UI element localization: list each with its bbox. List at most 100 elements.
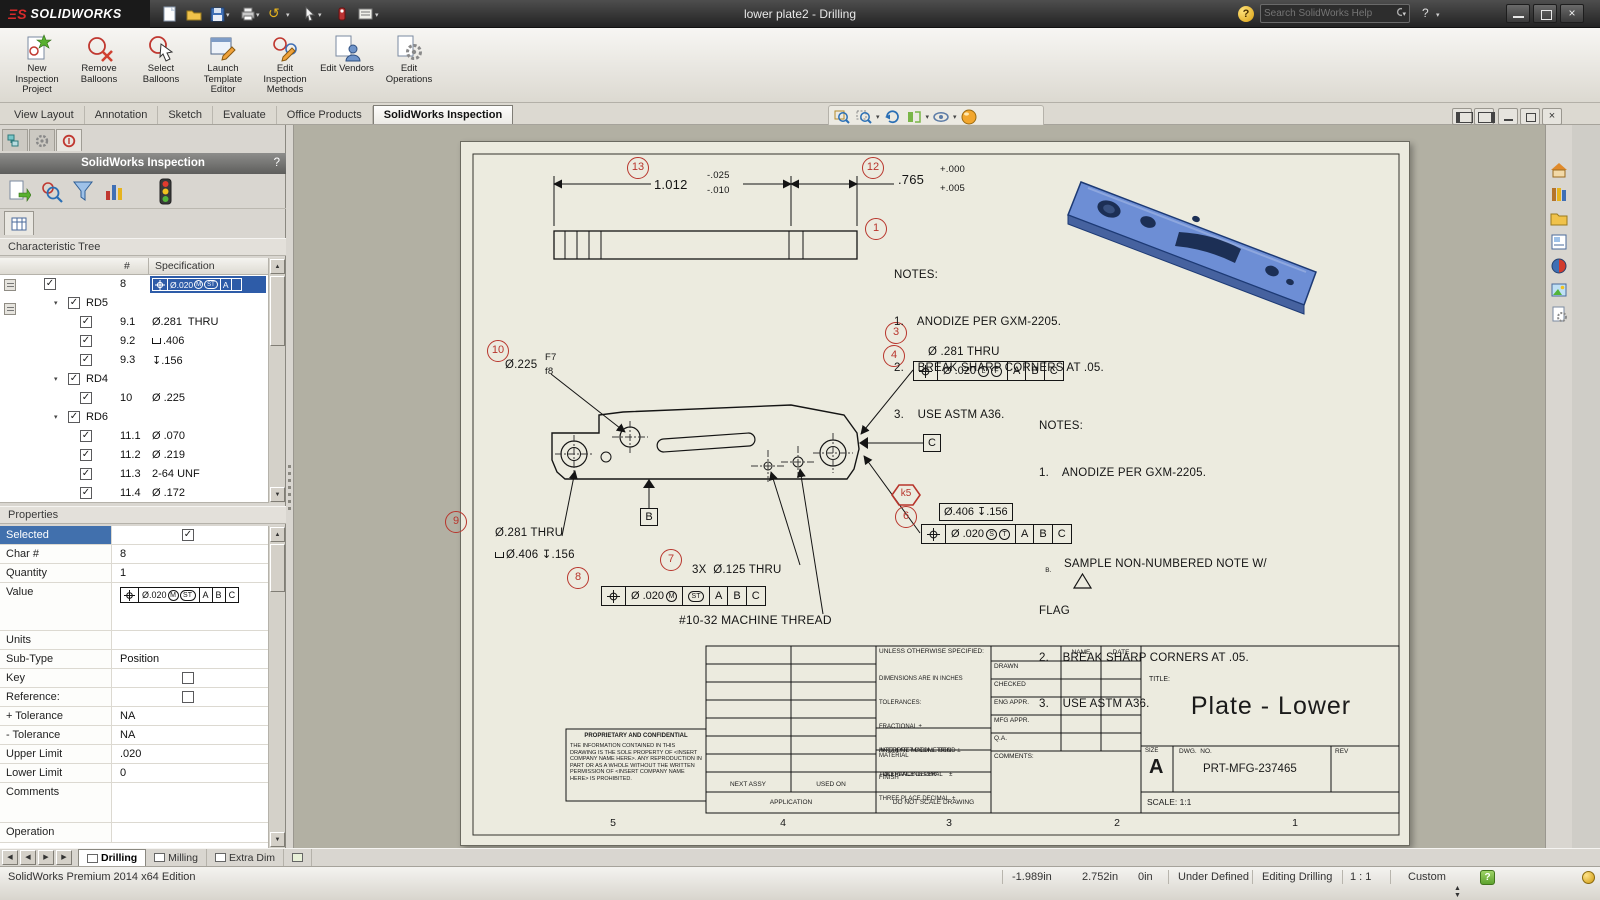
prop-row-selected[interactable]: Selected ✓ <box>0 526 268 545</box>
sheet-tab-milling[interactable]: Milling <box>146 849 207 866</box>
edit-vendors-button[interactable]: Edit Vendors <box>316 31 378 100</box>
pane-left-icon[interactable] <box>1452 108 1472 125</box>
hide-show-items-icon[interactable] <box>931 107 951 127</box>
scroll-thumb[interactable] <box>270 276 285 346</box>
undo-menu-caret-icon[interactable]: ▾ <box>286 11 290 19</box>
tree-row-11-3[interactable]: ✓ 11.3 2-64 UNF <box>0 465 268 484</box>
prop-row-char[interactable]: Char # 8 <box>0 545 268 564</box>
callout-281[interactable]: Ø .281 THRU <box>928 346 1000 358</box>
print-menu-caret-icon[interactable]: ▾ <box>256 11 260 19</box>
callout-281b[interactable]: Ø.281 THRU <box>495 527 563 539</box>
traffic-light-icon[interactable] <box>152 178 178 204</box>
checkbox[interactable]: ✓ <box>80 487 92 499</box>
prop-row-value[interactable]: Value Ø.020MST A B C <box>0 583 268 631</box>
status-help-icon[interactable]: ? <box>1480 870 1495 885</box>
checkbox[interactable]: ✓ <box>80 316 92 328</box>
edit-operations-button[interactable]: Edit Operations <box>378 31 440 100</box>
callout-406[interactable]: Ø.406 ↧.156 <box>939 503 1013 521</box>
tab-office-products[interactable]: Office Products <box>277 106 373 124</box>
filter-balloons-icon[interactable] <box>70 178 96 204</box>
callout-406b[interactable]: Ø.406 ↧.156 <box>495 547 575 561</box>
balloon-9[interactable]: 9 <box>445 511 467 533</box>
panel-splitter[interactable] <box>286 125 294 848</box>
tree-row-char-8[interactable]: ✓ 8 Ø.020MST A <box>0 275 268 294</box>
drawing-sheet[interactable]: 1.012 -.025 -.010 .765 +.000 +.005 13 12… <box>460 141 1410 846</box>
graphics-area[interactable]: 1.012 -.025 -.010 .765 +.000 +.005 13 12… <box>294 125 1545 848</box>
last-sheet-button[interactable]: ▶ <box>56 850 72 865</box>
tab-feature-manager[interactable] <box>2 129 28 151</box>
selected-checkbox[interactable]: ✓ <box>182 529 194 541</box>
select-menu-caret-icon[interactable]: ▾ <box>318 11 322 19</box>
task-pane-design-library-icon[interactable] <box>1550 185 1568 203</box>
first-sheet-button[interactable]: ◀ <box>2 850 18 865</box>
new-inspection-project-button[interactable]: New Inspection Project <box>6 31 68 100</box>
balloon-12[interactable]: 12 <box>862 157 884 179</box>
tree-row-10[interactable]: ✓ 10 Ø .225 <box>0 389 268 408</box>
save-menu-caret-icon[interactable]: ▾ <box>226 11 230 19</box>
sheet-tab-drilling[interactable]: Drilling <box>78 849 146 866</box>
view-settings-icon[interactable] <box>959 107 979 127</box>
zoom-area-icon[interactable] <box>854 107 874 127</box>
tree-group-rd4[interactable]: ▾ ✓ RD4 <box>0 370 268 389</box>
table-view-tab[interactable] <box>4 211 34 235</box>
checkbox[interactable]: ✓ <box>80 468 92 480</box>
sheet-tab-extra-dim[interactable]: Extra Dim <box>207 849 284 866</box>
char-spec-selected[interactable]: Ø.020MST A <box>150 276 266 293</box>
status-configuration[interactable]: Custom <box>1408 871 1446 883</box>
balloon-13[interactable]: 13 <box>627 157 649 179</box>
checkbox[interactable]: ✓ <box>68 373 80 385</box>
help-icon[interactable]: ? <box>1422 6 1429 20</box>
options-menu-caret-icon[interactable]: ▾ <box>375 11 379 19</box>
tree-row-11-2[interactable]: ✓ 11.2 Ø .219 <box>0 446 268 465</box>
help-menu-caret-icon[interactable]: ▾ <box>1436 11 1440 19</box>
prop-row-key[interactable]: Key <box>0 669 268 688</box>
print-icon[interactable] <box>238 5 257 23</box>
tab-view-layout[interactable]: View Layout <box>4 106 85 124</box>
add-sheet-tab[interactable] <box>284 849 312 866</box>
find-balloon-icon[interactable] <box>38 178 64 204</box>
tab-sketch[interactable]: Sketch <box>158 106 213 124</box>
prop-row-reference[interactable]: Reference: <box>0 688 268 707</box>
checkbox[interactable]: ✓ <box>80 430 92 442</box>
zoom-menu-caret-icon[interactable]: ▾ <box>876 113 880 121</box>
checkbox[interactable]: ✓ <box>68 297 80 309</box>
options-icon[interactable] <box>356 5 375 23</box>
remove-balloons-button[interactable]: Remove Balloons <box>68 31 130 100</box>
task-pane-scenes-icon[interactable] <box>1550 281 1568 299</box>
expand-icon[interactable]: ▾ <box>54 375 58 383</box>
prop-row-comments[interactable]: Comments <box>0 783 268 823</box>
checkbox[interactable]: ✓ <box>80 449 92 461</box>
select-arrow-icon[interactable] <box>300 5 319 23</box>
launch-template-editor-button[interactable]: Launch Template Editor <box>192 31 254 100</box>
next-sheet-button[interactable]: ▶ <box>38 850 54 865</box>
tree-row-9-2[interactable]: ✓ 9.2 .406 <box>0 332 268 351</box>
tree-row-9-3[interactable]: ✓ 9.3 ↧.156 <box>0 351 268 370</box>
fcf-position-st[interactable]: Ø .020ST A B C <box>921 524 1072 544</box>
thread-note[interactable]: #10-32 MACHINE THREAD <box>679 613 832 627</box>
export-report-icon[interactable] <box>6 178 32 204</box>
search-input[interactable] <box>1264 8 1396 19</box>
help-ball-icon[interactable]: ? <box>1238 6 1254 22</box>
checkbox[interactable]: ✓ <box>44 278 56 290</box>
scroll-thumb[interactable] <box>270 544 285 592</box>
minimize-button[interactable] <box>1506 4 1530 23</box>
doc-minimize-button[interactable] <box>1498 108 1518 125</box>
select-balloons-button[interactable]: Select Balloons <box>130 31 192 100</box>
section-menu-caret-icon[interactable]: ▾ <box>926 113 930 121</box>
pane-right-icon[interactable] <box>1474 108 1494 125</box>
scroll-down-icon[interactable]: ▼ <box>270 832 285 847</box>
task-pane-resources-icon[interactable] <box>1550 161 1568 179</box>
tab-inspection-manager[interactable] <box>56 129 82 151</box>
close-button[interactable]: × <box>1560 4 1584 23</box>
save-icon[interactable] <box>208 5 227 23</box>
scroll-down-icon[interactable]: ▼ <box>270 487 285 502</box>
datum-c[interactable]: C <box>923 434 941 452</box>
prop-row-plus-tolerance[interactable]: + Tolerance NA <box>0 707 268 726</box>
fcf-position-mst[interactable]: Ø .020M ST A B C <box>601 586 766 606</box>
search-box[interactable]: ▾ <box>1260 4 1410 23</box>
prop-row-lower-limit[interactable]: Lower Limit 0 <box>0 764 268 783</box>
edit-inspection-methods-button[interactable]: Edit Inspection Methods <box>254 31 316 100</box>
prop-row-units[interactable]: Units <box>0 631 268 650</box>
fcf-position-lf[interactable]: Ø .020LF A B C <box>913 361 1064 381</box>
configuration-spinner[interactable]: ▲▼ <box>1454 871 1462 900</box>
